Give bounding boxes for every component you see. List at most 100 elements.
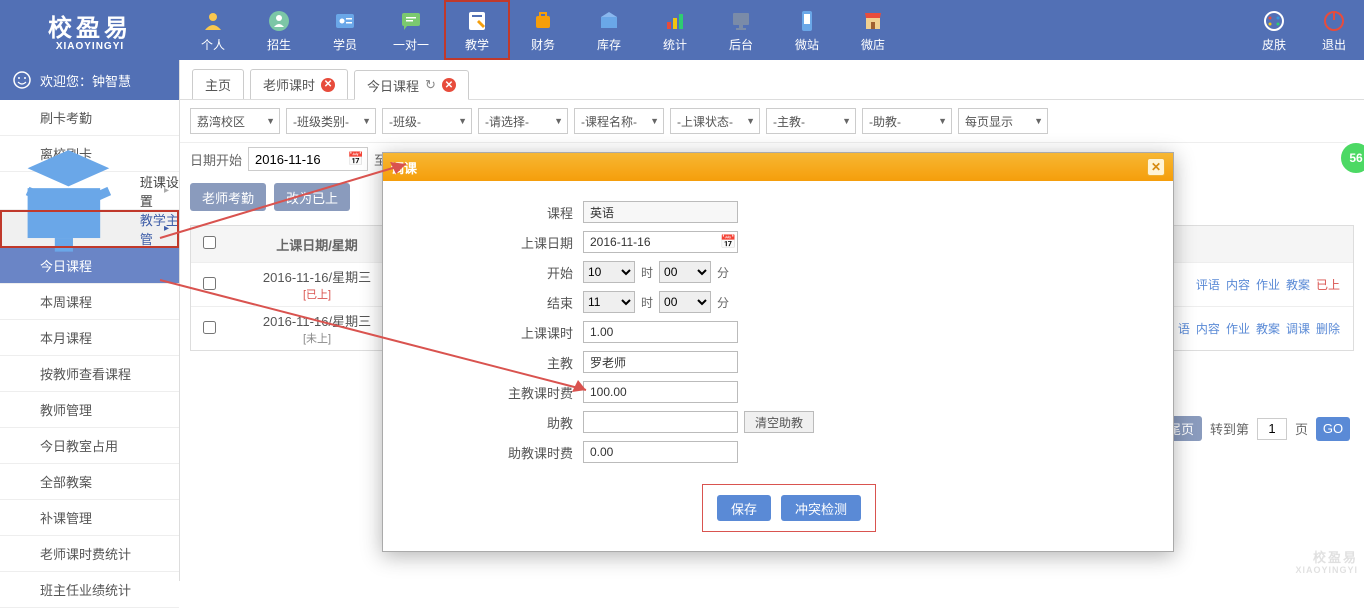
filter-select[interactable]: 每页显示 <box>958 108 1048 134</box>
save-button[interactable]: 保存 <box>717 495 771 521</box>
filter-select[interactable]: -请选择- <box>478 108 568 134</box>
assistant-fee-label: 助教课时费 <box>403 443 583 462</box>
modal-header: 调课 ✕ <box>383 153 1173 181</box>
class-date-label: 上课日期 <box>403 233 583 252</box>
class-date-input[interactable] <box>583 231 738 253</box>
date-cell: 2016-11-16/星期三[未上] <box>227 311 407 346</box>
sidebar-item[interactable]: 老师课时费统计 <box>0 536 179 572</box>
mark-done-button[interactable]: 改为已上 <box>274 183 350 211</box>
conflict-check-button[interactable]: 冲突检测 <box>781 495 861 521</box>
filter-select[interactable]: 荔湾校区 <box>190 108 280 134</box>
clear-assistant-button[interactable]: 清空助教 <box>744 411 814 433</box>
duration-label: 上课课时 <box>403 323 583 342</box>
hour-unit: 时 <box>641 294 653 311</box>
sidebar-group[interactable]: 教学主管▸ <box>0 210 179 248</box>
tab[interactable]: 主页 <box>192 69 244 99</box>
calendar-icon[interactable]: 📅 <box>348 151 364 167</box>
page-unit: 页 <box>1295 419 1308 438</box>
close-icon[interactable]: ✕ <box>442 78 456 92</box>
sidebar-item[interactable]: 全部教案 <box>0 464 179 500</box>
op-link[interactable]: 删除 <box>1316 322 1340 336</box>
sidebar-item[interactable]: 按教师查看课程 <box>0 356 179 392</box>
teacher-fee-label: 主教课时费 <box>403 383 583 402</box>
start-label: 开始 <box>403 263 583 282</box>
sidebar-item[interactable]: 今日教室占用 <box>0 428 179 464</box>
sidebar: 欢迎您：钟智慧 刷卡考勤离校刷卡 班课设置▸教学主管▸ 今日课程本周课程本月课程… <box>0 60 180 581</box>
op-link[interactable]: 作业 <box>1256 278 1280 292</box>
sidebar-item[interactable]: 本月课程 <box>0 320 179 356</box>
nav-teach[interactable]: 教学 <box>444 0 510 60</box>
brand-cn: 校盈易 <box>48 8 132 43</box>
sidebar-item[interactable]: 教师管理 <box>0 392 179 428</box>
start-min-select[interactable]: 00 <box>659 261 711 283</box>
nav-power[interactable]: 退出 <box>1304 0 1364 60</box>
nav-wshop[interactable]: 微店 <box>840 0 906 60</box>
date-start-label: 日期开始 <box>190 150 242 169</box>
nav-chat[interactable]: 一对一 <box>378 0 444 60</box>
close-icon[interactable]: ✕ <box>1147 158 1165 176</box>
op-link[interactable]: 作业 <box>1226 322 1250 336</box>
nav-stats[interactable]: 统计 <box>642 0 708 60</box>
select-all-checkbox[interactable] <box>203 236 216 249</box>
go-button[interactable]: GO <box>1316 417 1350 441</box>
op-link[interactable]: 教案 <box>1286 278 1310 292</box>
brand-en: XIAOYINGYI <box>56 41 124 52</box>
start-hour-select[interactable]: 10 <box>583 261 635 283</box>
min-unit: 分 <box>717 264 729 281</box>
teacher-check-button[interactable]: 老师考勤 <box>190 183 266 211</box>
refresh-icon[interactable]: ↻ <box>425 77 436 93</box>
tab[interactable]: 老师课时✕ <box>250 69 348 99</box>
teacher-label: 主教 <box>403 353 583 372</box>
tab[interactable]: 今日课程↻✕ <box>354 70 469 100</box>
date-cell: 2016-11-16/星期三[已上] <box>227 267 407 302</box>
sidebar-item[interactable]: 本周课程 <box>0 284 179 320</box>
assistant-label: 助教 <box>403 413 583 432</box>
nav-enroll[interactable]: 招生 <box>246 0 312 60</box>
row-checkbox[interactable] <box>203 277 216 290</box>
end-hour-select[interactable]: 11 <box>583 291 635 313</box>
op-link[interactable]: 内容 <box>1196 322 1220 336</box>
close-icon[interactable]: ✕ <box>321 78 335 92</box>
chevron-right-icon: ▸ <box>164 223 169 234</box>
op-link[interactable]: 内容 <box>1226 278 1250 292</box>
op-link[interactable]: 评语 <box>1196 278 1220 292</box>
nav-wsite[interactable]: 微站 <box>774 0 840 60</box>
modal-title: 调课 <box>391 158 417 177</box>
teacher-fee-input[interactable] <box>583 381 738 403</box>
filter-select[interactable]: -班级类别- <box>286 108 376 134</box>
filter-row: 荔湾校区-班级类别--班级--请选择--课程名称--上课状态--主教--助教-每… <box>180 100 1364 143</box>
assistant-input[interactable] <box>583 411 738 433</box>
welcome-text: 欢迎您：钟智慧 <box>40 71 131 90</box>
op-link[interactable]: 调课 <box>1286 322 1310 336</box>
duration-input[interactable] <box>583 321 738 343</box>
assistant-fee-input[interactable] <box>583 441 738 463</box>
calendar-icon[interactable]: 📅 <box>720 234 736 250</box>
end-min-select[interactable]: 00 <box>659 291 711 313</box>
hour-unit: 时 <box>641 264 653 281</box>
sidebar-item[interactable]: 补课管理 <box>0 500 179 536</box>
sidebar-item[interactable]: 班主任业绩统计 <box>0 572 179 608</box>
nav-student[interactable]: 学员 <box>312 0 378 60</box>
filter-select[interactable]: -上课状态- <box>670 108 760 134</box>
nav-backend[interactable]: 后台 <box>708 0 774 60</box>
nav-stock[interactable]: 库存 <box>576 0 642 60</box>
filter-select[interactable]: -主教- <box>766 108 856 134</box>
course-label: 课程 <box>403 203 583 222</box>
teacher-input[interactable] <box>583 351 738 373</box>
modal-body: 课程 上课日期📅 开始 10 时 00 分 结束 11 时 00 分 上课课时 … <box>383 181 1173 551</box>
reschedule-modal: 调课 ✕ 课程 上课日期📅 开始 10 时 00 分 结束 11 时 00 分 … <box>382 152 1174 552</box>
nav-user[interactable]: 个人 <box>180 0 246 60</box>
goto-label: 转到第 <box>1210 419 1249 438</box>
filter-select[interactable]: -助教- <box>862 108 952 134</box>
col-date-header: 上课日期/星期 <box>227 235 407 254</box>
nav-finance[interactable]: 财务 <box>510 0 576 60</box>
filter-select[interactable]: -课程名称- <box>574 108 664 134</box>
filter-select[interactable]: -班级- <box>382 108 472 134</box>
op-link[interactable]: 语 <box>1178 322 1190 336</box>
op-link[interactable]: 教案 <box>1256 322 1280 336</box>
nav-skin[interactable]: 皮肤 <box>1244 0 1304 60</box>
row-checkbox[interactable] <box>203 321 216 334</box>
page-input[interactable] <box>1257 418 1287 440</box>
course-input <box>583 201 738 223</box>
min-unit: 分 <box>717 294 729 311</box>
